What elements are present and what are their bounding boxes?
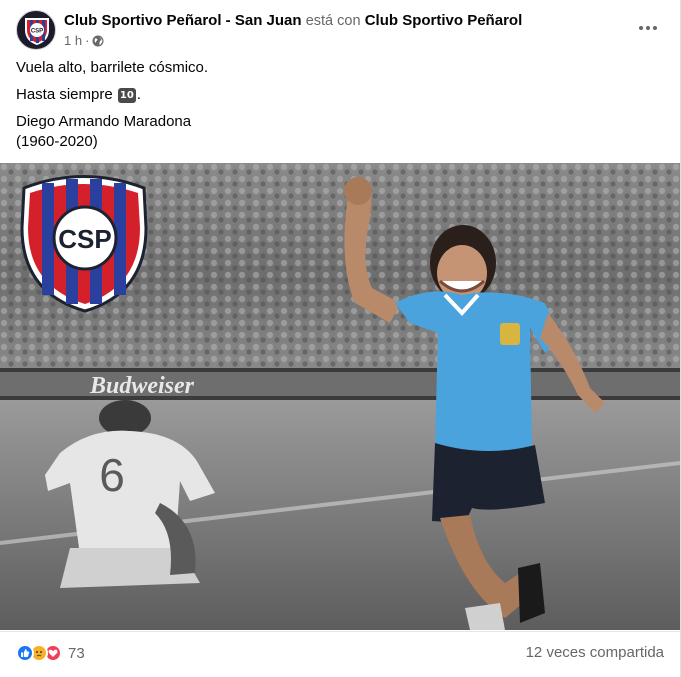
page-name-link[interactable]: Club Sportivo Peñarol - San Juan (64, 12, 302, 29)
post-timestamp[interactable]: 1 h (64, 32, 82, 50)
footer-divider (0, 631, 680, 632)
post-photo[interactable]: Budweiser 6 CSP (0, 163, 680, 630)
post-footer: 73 12 veces compartida (16, 640, 664, 668)
jersey-number: 6 (99, 449, 125, 501)
post-header: CSP Club Sportivo Peñarol - San Juan est… (16, 10, 664, 52)
post-author-block: Club Sportivo Peñarol - San Juan está co… (64, 11, 624, 50)
more-options-icon[interactable] (632, 14, 664, 42)
page-avatar[interactable]: CSP (16, 10, 56, 50)
reaction-count: 73 (68, 644, 85, 662)
banner-text: Budweiser (89, 373, 195, 399)
message-line-2-text: Hasta siempre (16, 86, 113, 103)
message-line-3: Diego Armando Maradona (16, 113, 192, 130)
post-message: Vuela alto, barrilete cósmico. Hasta sie… (16, 58, 664, 159)
post-title-line: Club Sportivo Peñarol - San Juan está co… (64, 11, 624, 31)
globe-icon (92, 35, 104, 47)
message-line-2-suffix: . (136, 86, 141, 103)
message-line-1: Vuela alto, barrilete cósmico. (16, 59, 209, 76)
reactions-summary[interactable]: 73 (16, 644, 85, 662)
tag-connector: está con (305, 13, 361, 29)
like-icon (16, 644, 34, 662)
message-line-2: Hasta siempre 10. (16, 85, 664, 105)
facebook-post: CSP Club Sportivo Peñarol - San Juan est… (0, 0, 681, 677)
keycap-ten-emoji: 10 (117, 88, 136, 103)
svg-text:CSP: CSP (31, 29, 43, 35)
photo-illustration: Budweiser 6 CSP (0, 163, 680, 630)
post-meta: 1 h · (64, 32, 624, 50)
meta-separator: · (85, 33, 90, 48)
crest-text: CSP (58, 224, 111, 254)
shares-count[interactable]: 12 veces compartida (526, 644, 664, 661)
message-line-4: (1960-2020) (16, 133, 98, 150)
club-crest-icon: CSP (25, 18, 49, 45)
tagged-page-link[interactable]: Club Sportivo Peñarol (365, 12, 523, 29)
